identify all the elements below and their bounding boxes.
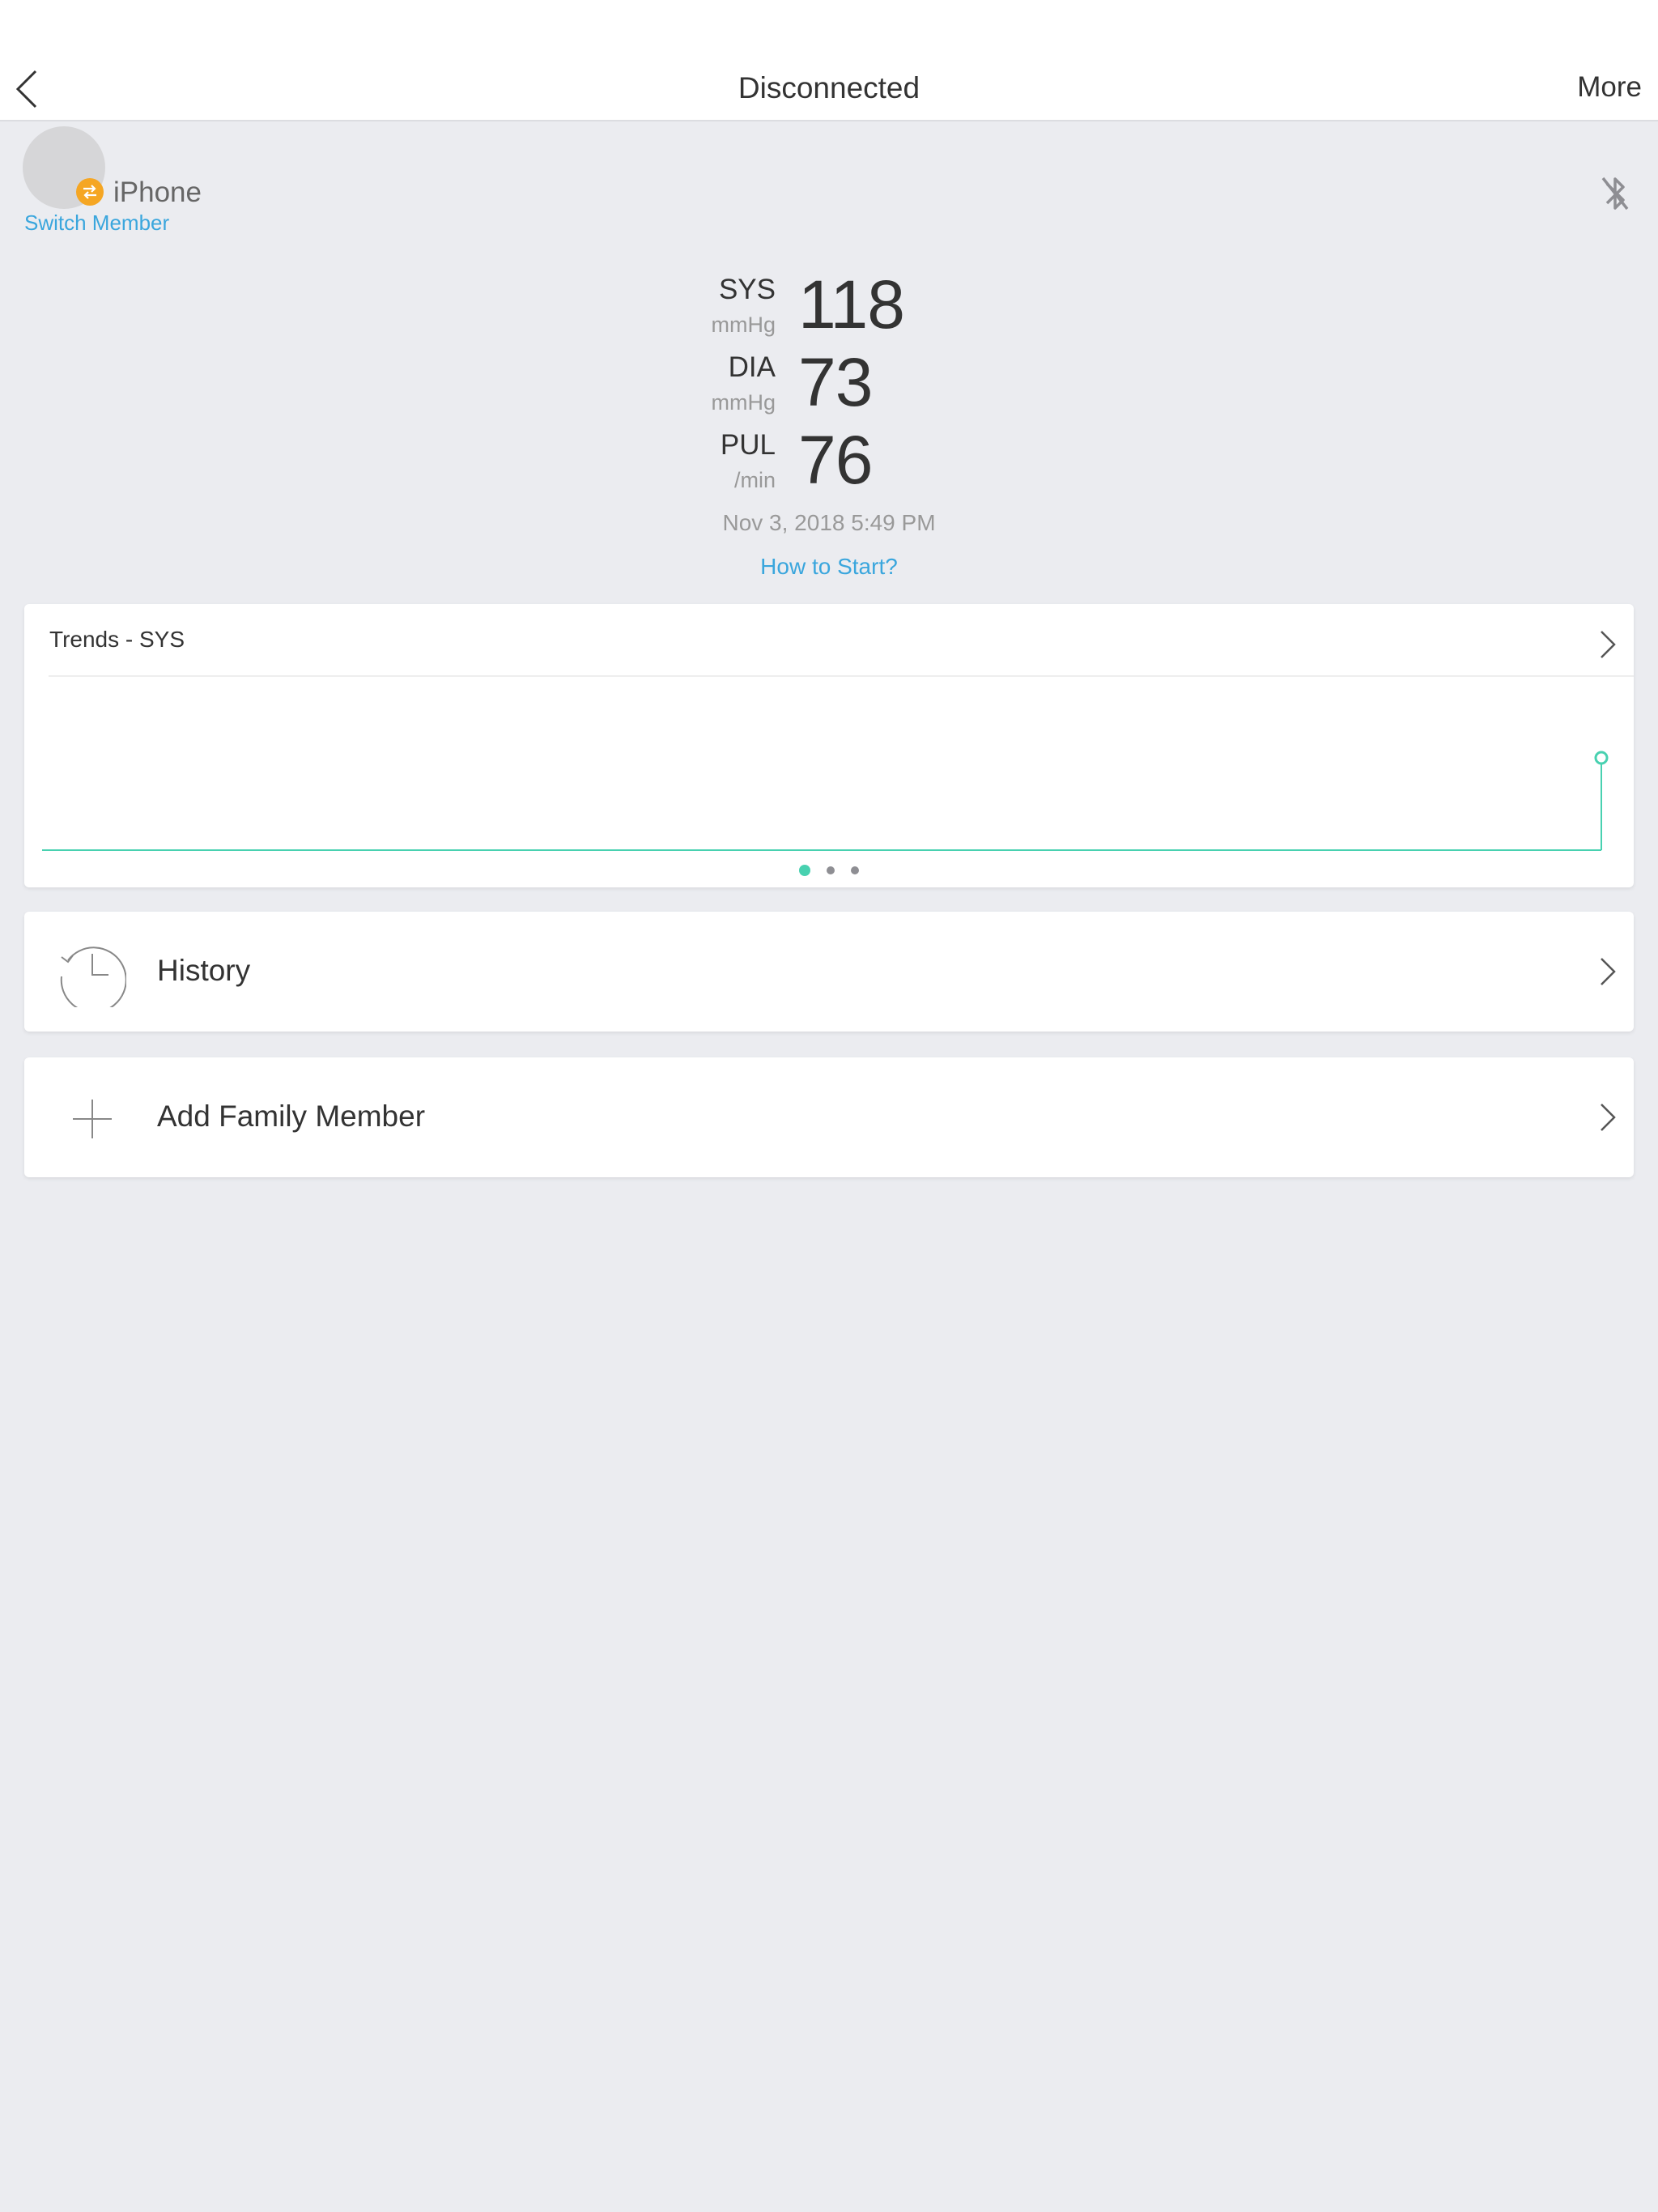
history-label: History (157, 954, 251, 987)
chevron-right-icon (1601, 1104, 1616, 1131)
trend-point (1594, 751, 1609, 765)
add-family-member-row[interactable]: Add Family Member (24, 1057, 1634, 1177)
page-dot (851, 866, 859, 874)
history-clock-icon (60, 946, 126, 1007)
plus-icon (73, 1100, 112, 1138)
trends-sparkline (42, 751, 1609, 851)
reading-dia: DIA mmHg 73 (0, 344, 1658, 423)
member-name: iPhone (113, 177, 202, 208)
reading-pul: PUL /min 76 (0, 422, 1658, 500)
reading-timestamp: Nov 3, 2018 5:49 PM (722, 510, 936, 535)
reading-sys: SYS mmHg 118 (0, 266, 1658, 345)
reading-value: 73 (798, 344, 873, 420)
navigation-bar: Disconnected More (0, 0, 1658, 121)
switch-arrows-icon[interactable] (76, 178, 104, 206)
more-button[interactable]: More (1577, 71, 1642, 104)
reading-label: PUL (720, 429, 776, 461)
bluetooth-disabled-icon (1601, 177, 1629, 211)
reading-unit: mmHg (711, 390, 776, 415)
reading-value: 76 (798, 422, 873, 498)
chevron-right-icon (1601, 958, 1616, 985)
how-to-start-row: How to Start? (0, 554, 1658, 580)
reading-label: DIA (728, 351, 776, 383)
chevron-right-icon (1601, 631, 1616, 658)
reading-label: SYS (718, 274, 776, 305)
page-indicator[interactable] (24, 864, 1634, 878)
reading-value: 118 (798, 266, 905, 342)
how-to-start-link[interactable]: How to Start? (760, 554, 898, 579)
add-family-member-label: Add Family Member (157, 1100, 426, 1133)
page-dot-active (799, 865, 810, 876)
page-title: Disconnected (738, 71, 920, 104)
switch-member-link[interactable]: Switch Member (24, 211, 169, 236)
page-dot (827, 866, 835, 874)
history-row[interactable]: History (24, 912, 1634, 1032)
reading-unit: mmHg (711, 313, 776, 337)
trends-title: Trends - SYS (49, 627, 185, 652)
reading-unit: /min (733, 468, 776, 492)
trends-card[interactable]: Trends - SYS (24, 604, 1634, 887)
